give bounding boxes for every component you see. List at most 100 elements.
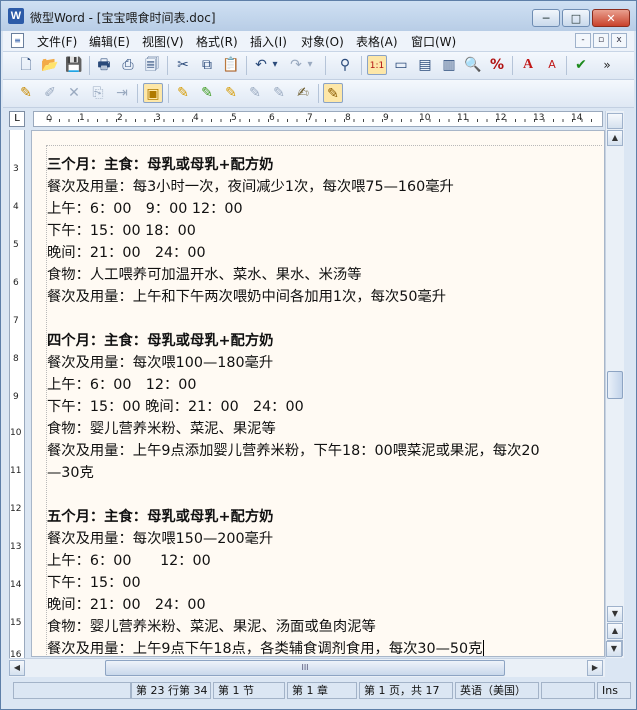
window-title: 微型Word - [宝宝喂食时间表.doc]	[30, 11, 216, 25]
print-icon[interactable]: 🖶	[94, 55, 114, 75]
more-tools-icon[interactable]: »	[597, 55, 617, 75]
note-icon[interactable]: ✍	[293, 83, 313, 103]
edit-doc-icon[interactable]: ✐	[40, 83, 60, 103]
zoom-percent-icon[interactable]: %	[487, 55, 507, 75]
toolbar-separator	[566, 56, 567, 75]
redo-icon[interactable]: ↷	[286, 55, 306, 75]
marker-green-icon[interactable]: ✎	[197, 83, 217, 103]
menu-edit[interactable]: 编辑(E)	[89, 33, 130, 50]
doc-heading: 三个月：主食：母乳或母乳+配方奶	[47, 157, 274, 173]
vruler-number: 15	[10, 618, 22, 628]
ruler-number: 3	[155, 113, 161, 123]
save-icon[interactable]: 💾	[64, 55, 84, 75]
doc-restore-button[interactable]: ▫	[593, 33, 609, 48]
track-changes-icon[interactable]: ▣	[143, 83, 163, 103]
menu-file[interactable]: 文件(F)	[37, 33, 77, 50]
next-page-button[interactable]: ▼	[606, 641, 622, 657]
vruler-number: 10	[10, 428, 22, 438]
word-app-icon[interactable]: W	[8, 8, 24, 24]
font-color-icon[interactable]: A	[518, 55, 538, 75]
doc-copy-icon[interactable]: ⎘	[88, 83, 108, 103]
page-width-icon[interactable]: ▭	[391, 55, 411, 75]
doc-minimize-button[interactable]: -	[575, 33, 591, 48]
toolbar-separator	[167, 56, 168, 75]
spell-check-icon[interactable]: ✔	[571, 55, 591, 75]
split-box[interactable]	[607, 113, 623, 129]
horizontal-scroll-thumb[interactable]: III	[105, 660, 505, 676]
highlight-marker-icon[interactable]: ✎	[173, 83, 193, 103]
whole-page-icon[interactable]: ▤	[415, 55, 435, 75]
annotation-icon[interactable]: ✎	[323, 83, 343, 103]
toolbar-separator	[325, 56, 326, 75]
actual-size-icon[interactable]: 1:1	[367, 55, 387, 75]
menu-window[interactable]: 窗口(W)	[411, 33, 456, 50]
indent-marker-icon[interactable]: ⌂	[46, 112, 52, 123]
pdf-export-icon[interactable]: ⎙	[118, 55, 138, 75]
vruler-number: 6	[13, 278, 19, 288]
vruler-number: 3	[13, 164, 19, 174]
status-chapter: 第 1 章	[287, 682, 357, 699]
vruler-number: 14	[10, 580, 22, 590]
marker-clear-icon[interactable]: ✎	[269, 83, 289, 103]
doc-line: 上午：6：00 12：00	[47, 553, 211, 569]
document-page[interactable]: 三个月：主食：母乳或母乳+配方奶 餐次及用量：每3小时一次，夜间减少1次，每次喂…	[31, 130, 605, 657]
doc-line: 上午：6：00 12：00	[47, 377, 197, 393]
ruler-number: 5	[231, 113, 237, 123]
title-bar[interactable]: W 微型Word - [宝宝喂食时间表.doc] ─ □ ✕	[1, 1, 636, 31]
vertical-ruler-track: 3 4 5 6 7 8 9 10 11 12 13 14 15 16	[9, 130, 25, 658]
menu-insert[interactable]: 插入(I)	[250, 33, 287, 50]
scroll-left-button[interactable]: ◀	[9, 660, 25, 676]
menu-object[interactable]: 对象(O)	[301, 33, 344, 50]
paste-icon[interactable]: 📋	[221, 55, 241, 75]
status-position: 第 23 行第 34	[131, 682, 211, 699]
cut-icon[interactable]: ✂	[173, 55, 193, 75]
ruler-number: 2	[117, 113, 123, 123]
undo-dropdown-icon[interactable]: ▾	[269, 55, 281, 75]
status-language: 英语（美国）	[455, 682, 539, 699]
vertical-scrollbar[interactable]: ▲ ▼ ▲ ●	[605, 111, 624, 658]
menu-format[interactable]: 格式(R)	[196, 33, 238, 50]
toolbar-separator	[361, 56, 362, 75]
copy-icon[interactable]: ⧉	[197, 55, 217, 75]
print-preview-icon[interactable]: 🗐	[142, 55, 162, 75]
document-icon[interactable]: ≡	[11, 33, 24, 48]
undo-icon[interactable]: ↶	[251, 55, 271, 75]
delete-doc-icon[interactable]: ✕	[64, 83, 84, 103]
vertical-ruler[interactable]: 3 4 5 6 7 8 9 10 11 12 13 14 15 16	[3, 130, 29, 658]
new-document-icon[interactable]: 🗋	[16, 55, 36, 75]
menu-table[interactable]: 表格(A)	[356, 33, 398, 50]
scroll-down-button[interactable]: ▼	[607, 606, 623, 622]
doc-close-button[interactable]: x	[611, 33, 627, 48]
toolbar-separator	[318, 84, 319, 103]
scroll-up-button[interactable]: ▲	[607, 130, 623, 146]
maximize-button[interactable]: □	[562, 9, 590, 27]
doc-move-icon[interactable]: ⇥	[112, 83, 132, 103]
doc-line-text: 餐次及用量：上午9点下午18点，各类辅食调剂食用，每次30—50克	[47, 641, 483, 657]
status-bar: 第 23 行第 34 第 1 节 第 1 章 第 1 页，共 17 英语（美国）…	[3, 679, 634, 701]
marker-yellow-icon[interactable]: ✎	[221, 83, 241, 103]
prev-page-button[interactable]: ▲	[607, 623, 623, 639]
redo-dropdown-icon[interactable]: ▾	[304, 55, 316, 75]
find-binoculars-icon[interactable]: ⚲	[335, 55, 355, 75]
horizontal-ruler[interactable]: ⌂ 1 2 3 4 5 6 7 8 9 10 11 12 13 14	[33, 111, 603, 127]
doc-line: 餐次及用量：每次喂100—180毫升	[47, 355, 274, 371]
minimize-button[interactable]: ─	[532, 9, 560, 27]
vruler-number: 12	[10, 504, 22, 514]
two-pages-icon[interactable]: ▥	[439, 55, 459, 75]
menu-view[interactable]: 视图(V)	[142, 33, 184, 50]
doc-line: 食物：婴儿营养米粉、菜泥、果泥、汤面或鱼肉泥等	[47, 619, 376, 635]
ruler-number: 12	[495, 113, 507, 123]
zoom-icon[interactable]: 🔍	[463, 55, 483, 75]
vruler-number: 9	[13, 392, 19, 402]
close-button[interactable]: ✕	[592, 9, 630, 27]
marker-eraser-icon[interactable]: ✎	[245, 83, 265, 103]
insert-doc-icon[interactable]: ✎	[16, 83, 36, 103]
open-folder-icon[interactable]: 📂	[40, 55, 60, 75]
toolbar-separator	[137, 84, 138, 103]
doc-line: 晚间：21：00 24：00	[47, 245, 206, 261]
scroll-right-button[interactable]: ▶	[587, 660, 603, 676]
tab-selector[interactable]: L	[9, 111, 25, 127]
scroll-thumb[interactable]	[607, 371, 623, 399]
format-text-icon[interactable]: A	[542, 55, 562, 75]
horizontal-scrollbar[interactable]: ◀ III ▶	[9, 658, 605, 677]
